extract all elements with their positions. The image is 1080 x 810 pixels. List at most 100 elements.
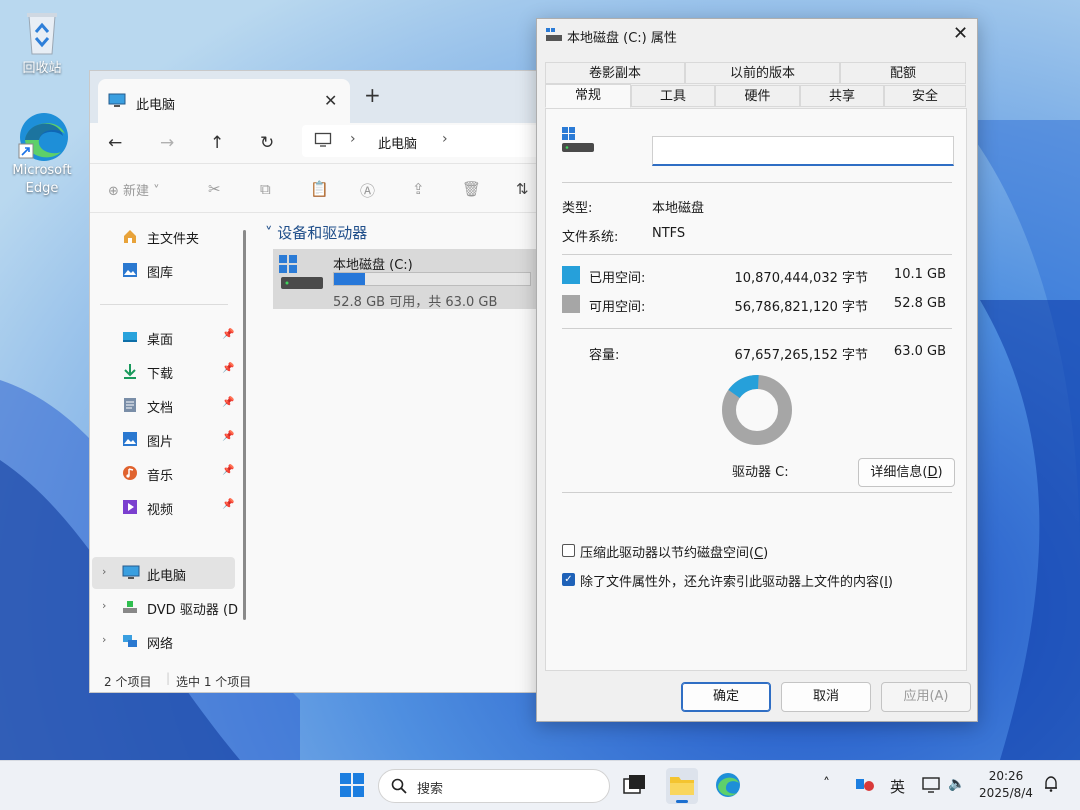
pin-icon[interactable]: 📌 <box>222 431 234 442</box>
used-space-label: 已用空间: <box>589 271 646 286</box>
tab-security[interactable]: 安全 <box>884 85 966 107</box>
selected-count: 选中 1 个项目 <box>176 675 252 689</box>
divider <box>562 492 952 493</box>
close-icon[interactable]: ✕ <box>953 23 968 44</box>
divider <box>562 182 952 183</box>
expand-chevron-icon[interactable]: › <box>102 565 106 578</box>
nav-item-downloads[interactable]: 下载 📌 <box>100 355 235 387</box>
breadcrumb-chevron-icon[interactable]: › <box>442 131 448 147</box>
clock[interactable]: 20:26 2025/8/4 <box>978 768 1034 802</box>
bluetooth-network-icon[interactable] <box>855 776 875 796</box>
network-monitor-icon[interactable] <box>922 776 942 798</box>
tab-sharing[interactable]: 共享 <box>800 85 884 107</box>
compress-label[interactable]: 压缩此驱动器以节约磁盘空间(C) <box>580 542 768 561</box>
file-explorer-taskbar-icon[interactable] <box>666 768 698 804</box>
task-view-icon[interactable] <box>620 771 650 801</box>
tab-previous-versions[interactable]: 以前的版本 <box>685 62 840 84</box>
tab-general[interactable]: 常规 <box>545 84 631 108</box>
pin-icon[interactable]: 📌 <box>222 499 234 510</box>
status-bar: 2 个项目 | 选中 1 个项目 <box>90 669 548 692</box>
monitor-outline-icon <box>314 132 332 152</box>
drive-c-icon <box>279 255 325 299</box>
nav-item-desktop[interactable]: 桌面 📌 <box>100 321 235 353</box>
download-icon <box>122 363 138 379</box>
address-bar[interactable]: › 此电脑 › <box>302 125 548 157</box>
tab-quota[interactable]: 配额 <box>840 62 966 84</box>
edge-taskbar-icon[interactable] <box>714 771 744 801</box>
nav-item-home[interactable]: 主文件夹 <box>100 220 235 252</box>
rename-icon[interactable]: Ⓐ <box>360 180 375 201</box>
expand-chevron-icon[interactable]: › <box>102 599 106 612</box>
breadcrumb-separator-icon[interactable]: › <box>350 131 356 147</box>
details-button[interactable]: 详细信息(D) <box>858 458 955 487</box>
new-tab-icon[interactable]: + <box>364 83 381 107</box>
share-icon[interactable]: ⇪ <box>412 180 425 198</box>
chevron-up-icon[interactable]: ˄ <box>823 776 830 792</box>
tab-shadow-copies[interactable]: 卷影副本 <box>545 62 685 84</box>
recycle-bin-shortcut[interactable]: 回收站 <box>2 8 82 78</box>
cut-icon[interactable]: ✂ <box>208 180 221 198</box>
ime-indicator[interactable]: 英 <box>890 776 905 797</box>
home-icon <box>122 228 138 244</box>
free-space-bytes: 56,786,821,120 字节 <box>734 300 868 315</box>
filesystem-value: NTFS <box>652 226 686 241</box>
pin-icon[interactable]: 📌 <box>222 329 234 340</box>
nav-scrollbar[interactable] <box>243 230 246 620</box>
drive-c-tile[interactable]: 本地磁盘 (C:) 52.8 GB 可用，共 63.0 GB <box>273 249 543 310</box>
sort-icon[interactable]: ⇅ <box>516 180 529 198</box>
ok-button[interactable]: 确定 <box>681 682 771 712</box>
type-label: 类型: <box>562 201 593 216</box>
delete-icon[interactable]: 🗑 <box>462 180 481 198</box>
nav-item-videos[interactable]: 视频 📌 <box>100 491 235 523</box>
new-button[interactable]: ⊕ 新建 ˅ <box>108 180 160 199</box>
explorer-tabbar: 此电脑 ✕ + <box>90 71 548 123</box>
refresh-icon[interactable]: ↻ <box>260 133 274 153</box>
expand-chevron-icon[interactable]: › <box>102 633 106 646</box>
windows-start-icon[interactable] <box>338 771 368 801</box>
recycle-bin-icon <box>17 8 67 58</box>
nav-item-music[interactable]: 音乐 📌 <box>100 457 235 489</box>
tab-tools[interactable]: 工具 <box>631 85 715 107</box>
paste-icon[interactable]: 📋 <box>310 180 329 198</box>
drive-c-name: 本地磁盘 (C:) <box>333 258 413 273</box>
nav-item-dvd[interactable]: › DVD 驱动器 (D <box>100 591 238 623</box>
speaker-icon[interactable]: 🔈 <box>948 776 965 792</box>
used-space-swatch <box>562 266 580 284</box>
cancel-button[interactable]: 取消 <box>781 682 871 712</box>
nav-item-documents[interactable]: 文档 📌 <box>100 389 235 421</box>
pin-icon[interactable]: 📌 <box>222 465 234 476</box>
tab-this-pc[interactable]: 此电脑 ✕ <box>98 79 350 123</box>
tab-hardware[interactable]: 硬件 <box>715 85 800 107</box>
compress-key: C <box>754 546 764 561</box>
pin-icon[interactable]: 📌 <box>222 363 234 374</box>
close-tab-icon[interactable]: ✕ <box>324 91 337 110</box>
file-explorer-window: 此电脑 ✕ + ← → ↑ ↻ › 此电脑 › ⊕ 新建 ˅ ✂ ⧉ 📋 Ⓐ ⇪… <box>89 70 549 693</box>
drive-large-icon <box>562 127 596 161</box>
clock-time: 20:26 <box>988 769 1024 783</box>
notification-bell-icon[interactable] <box>1042 775 1060 797</box>
apply-button[interactable]: 应用(A) <box>881 682 971 712</box>
copy-icon[interactable]: ⧉ <box>260 180 271 198</box>
breadcrumb-this-pc[interactable]: 此电脑 <box>378 133 417 152</box>
up-arrow-icon[interactable]: ↑ <box>210 133 224 153</box>
devices-group-header[interactable]: ˅ 设备和驱动器 <box>265 222 367 243</box>
index-checkbox[interactable]: ✓ <box>562 573 575 586</box>
index-label[interactable]: 除了文件属性外，还允许索引此驱动器上文件的内容(I) <box>580 571 893 590</box>
forward-arrow-icon[interactable]: → <box>160 133 174 153</box>
compress-text: 压缩此驱动器以节约磁盘空间( <box>580 546 755 561</box>
nav-item-network[interactable]: › 网络 <box>100 625 235 657</box>
divider <box>562 254 952 255</box>
nav-item-this-pc[interactable]: › 此电脑 <box>92 557 235 589</box>
volume-label-input[interactable] <box>652 136 954 166</box>
compress-checkbox[interactable] <box>562 544 575 557</box>
nav-item-gallery[interactable]: 图库 <box>100 254 235 286</box>
details-button-close: ) <box>937 465 943 480</box>
back-arrow-icon[interactable]: ← <box>108 133 122 153</box>
nav-item-pictures[interactable]: 图片 📌 <box>100 423 235 455</box>
taskbar-search-box[interactable]: 搜索 <box>378 769 610 803</box>
pin-icon[interactable]: 📌 <box>222 397 234 408</box>
search-icon <box>391 778 407 798</box>
drive-title-icon <box>546 28 562 46</box>
edge-shortcut[interactable]: Microsoft Edge <box>2 110 82 198</box>
capacity-size: 63.0 GB <box>893 344 946 359</box>
